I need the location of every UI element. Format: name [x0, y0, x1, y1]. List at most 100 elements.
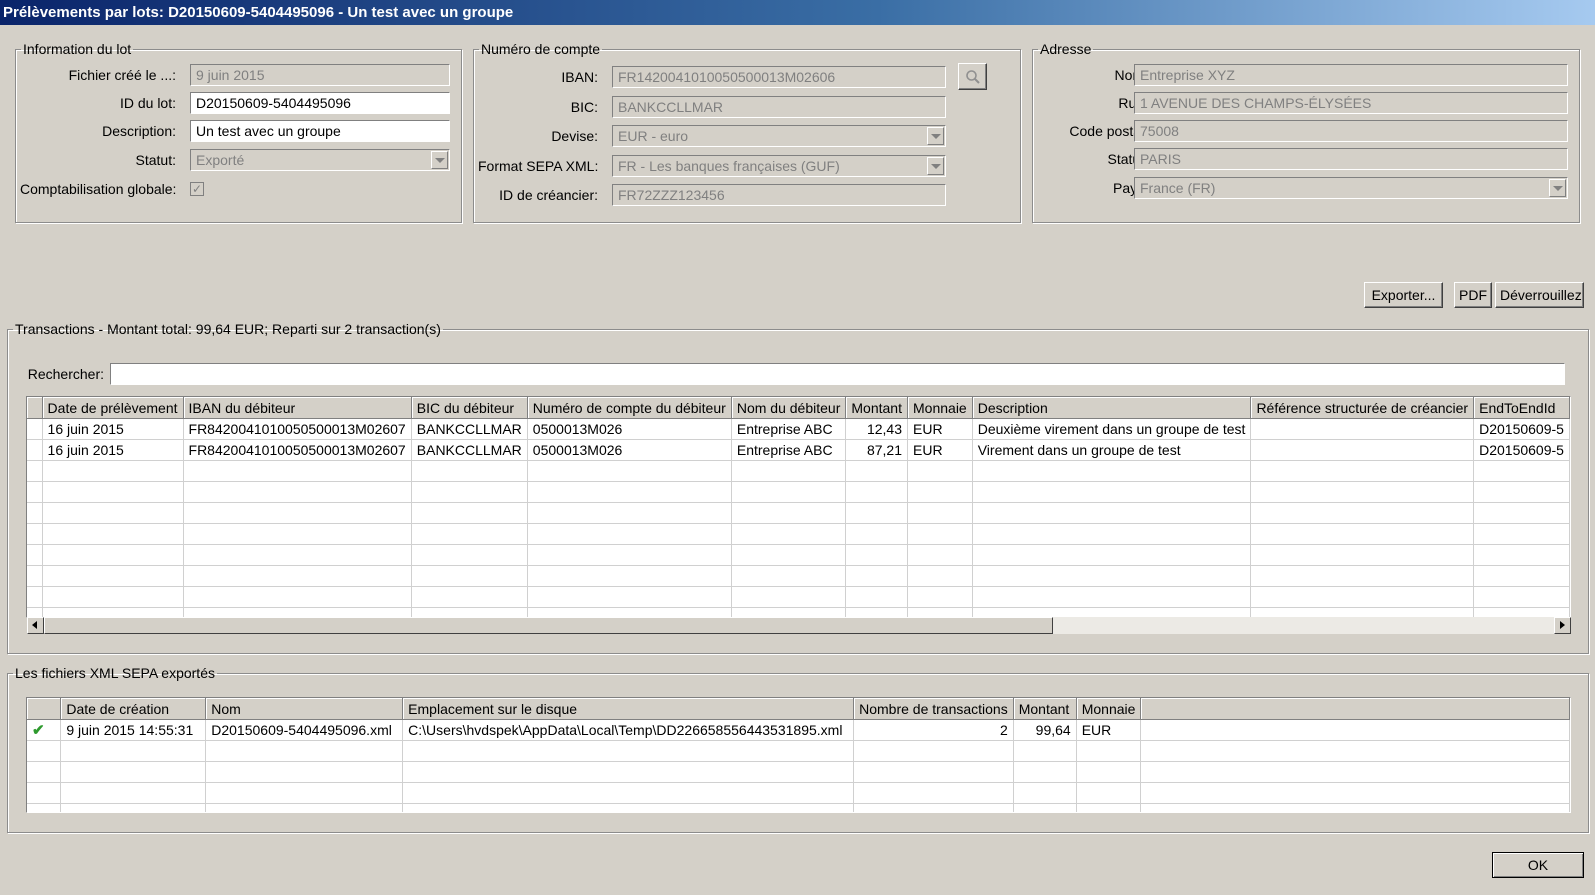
iban-search-button[interactable]	[958, 63, 987, 90]
empty-cell	[527, 460, 732, 482]
column-header[interactable]: Emplacement sur le disque	[402, 698, 855, 720]
empty-cell	[527, 502, 732, 524]
empty-cell	[27, 460, 43, 482]
column-header[interactable]: Montant	[1013, 698, 1077, 720]
column-header[interactable]: Monnaie	[1076, 698, 1142, 720]
empty-cell	[845, 502, 909, 524]
column-header[interactable]: Nombre de transactions	[853, 698, 1014, 720]
empty-cell	[42, 502, 184, 524]
empty-cell	[1013, 803, 1077, 812]
empty-cell	[1140, 761, 1570, 783]
empty-cell	[1250, 502, 1475, 524]
column-header[interactable]	[27, 397, 43, 419]
table-cell: 16 juin 2015	[42, 439, 184, 461]
creditor-id-label: ID de créancier:	[499, 187, 598, 203]
empty-cell	[183, 586, 412, 608]
empty-row	[27, 460, 1570, 482]
scroll-left-arrow-icon[interactable]	[27, 617, 44, 634]
table-cell: 99,64	[1013, 719, 1077, 741]
table-row[interactable]: ✔ 9 juin 2015 14:55:31 D20150609-540449509…	[27, 719, 1570, 741]
transactions-table[interactable]: Date de prélèvement IBAN du débiteur BIC d…	[26, 396, 1571, 618]
unlock-button[interactable]: Déverrouillez	[1495, 282, 1584, 308]
table-cell: 12,43	[845, 418, 909, 440]
empty-cell	[527, 523, 732, 545]
country-value: France (FR)	[1140, 180, 1216, 196]
empty-cell	[411, 586, 528, 608]
empty-cell	[1076, 740, 1142, 762]
table-cell	[27, 439, 43, 461]
table-cell: C:\Users\hvdspek\AppData\Local\Temp\DD22…	[402, 719, 855, 741]
bic-field: BANKCCLLMAR	[612, 96, 946, 118]
column-header[interactable]: Date de création	[60, 698, 207, 720]
scroll-thumb[interactable]	[44, 617, 1053, 634]
table-row[interactable]: 16 juin 2015 FR8420041010050500013M02607 B…	[27, 418, 1570, 440]
empty-cell	[1013, 740, 1077, 762]
column-header[interactable]	[1140, 698, 1570, 720]
empty-row	[27, 761, 1570, 783]
column-header[interactable]: Description	[972, 397, 1252, 419]
column-header[interactable]: Référence structurée de créancier	[1250, 397, 1475, 419]
empty-cell	[972, 481, 1252, 503]
column-header[interactable]: BIC du débiteur	[411, 397, 528, 419]
export-button[interactable]: Exporter...	[1364, 282, 1443, 308]
sepa-format-label: Format SEPA XML:	[478, 158, 599, 174]
search-input[interactable]	[110, 363, 1565, 385]
column-header[interactable]: Monnaie	[907, 397, 973, 419]
column-header[interactable]: Date de prélèvement	[42, 397, 184, 419]
empty-cell	[27, 740, 62, 762]
column-header[interactable]: IBAN du débiteur	[183, 397, 412, 419]
empty-cell	[845, 481, 909, 503]
table-cell	[1250, 418, 1475, 440]
empty-cell	[42, 523, 184, 545]
empty-cell	[60, 761, 207, 783]
exports-table[interactable]: Date de création Nom Emplacement sur le di…	[26, 697, 1571, 813]
table-cell	[27, 418, 43, 440]
ok-button[interactable]: OK	[1492, 852, 1584, 878]
empty-cell	[42, 544, 184, 566]
scroll-right-arrow-icon[interactable]	[1554, 617, 1571, 634]
empty-cell	[907, 481, 973, 503]
pdf-button[interactable]: PDF	[1454, 282, 1492, 308]
magnifier-icon	[965, 70, 980, 84]
column-header[interactable]	[27, 698, 62, 720]
id-field[interactable]: D20150609-5404495096	[190, 92, 450, 114]
empty-cell	[845, 460, 909, 482]
transactions-hscrollbar[interactable]	[27, 617, 1571, 634]
empty-cell	[60, 782, 207, 804]
postal-code-field: 75008	[1134, 120, 1568, 142]
empty-cell	[972, 586, 1252, 608]
column-header[interactable]: Nom	[205, 698, 404, 720]
transactions-legend: Transactions - Montant total: 99,64 EUR;…	[15, 321, 441, 337]
table-cell: FR8420041010050500013M02607	[183, 418, 412, 440]
currency-select: EUR - euro	[612, 125, 946, 147]
empty-cell	[1013, 782, 1077, 804]
empty-cell	[183, 502, 412, 524]
empty-cell	[907, 523, 973, 545]
description-field[interactable]: Un test avec un groupe	[190, 120, 450, 142]
empty-cell	[183, 481, 412, 503]
table-row[interactable]: 16 juin 2015 FR8420041010050500013M02607 B…	[27, 439, 1570, 461]
column-header[interactable]: EndToEndId	[1473, 397, 1570, 419]
empty-cell	[27, 803, 62, 812]
column-header[interactable]: Nom du débiteur	[731, 397, 847, 419]
iban-label: IBAN:	[561, 69, 598, 85]
table-cell: D20150609-5404495096.xml	[205, 719, 404, 741]
chevron-down-icon	[927, 127, 944, 145]
window-title: Prélèvements par lots: D20150609-5404495…	[0, 0, 1595, 25]
empty-cell	[972, 502, 1252, 524]
empty-cell	[27, 544, 43, 566]
column-header[interactable]: Montant	[845, 397, 909, 419]
currency-value: EUR - euro	[618, 128, 689, 144]
table-cell: Entreprise ABC	[731, 418, 847, 440]
empty-cell	[402, 803, 855, 812]
table-cell: 2	[853, 719, 1014, 741]
empty-row	[27, 586, 1570, 608]
empty-cell	[1250, 523, 1475, 545]
empty-cell	[731, 481, 847, 503]
empty-cell	[527, 544, 732, 566]
empty-cell	[1473, 523, 1570, 545]
empty-cell	[27, 782, 62, 804]
column-header[interactable]: Numéro de compte du débiteur	[527, 397, 732, 419]
status-value: Exporté	[196, 152, 245, 168]
empty-cell	[27, 586, 43, 608]
